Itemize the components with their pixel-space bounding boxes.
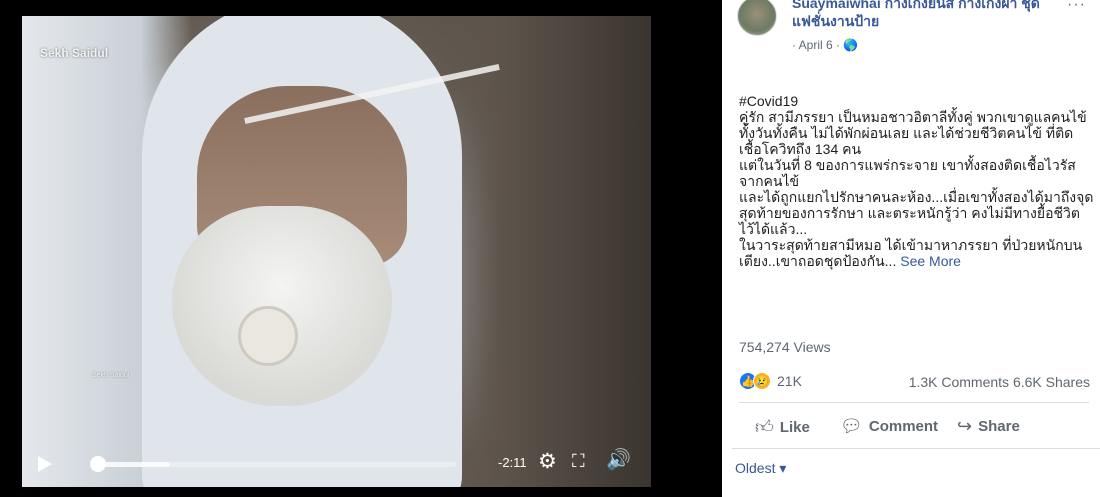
comment-label: Comment [868,418,939,435]
divider [732,448,1100,449]
divider [739,402,1089,403]
progress-bar[interactable] [98,462,456,467]
more-options-icon[interactable]: ··· [1067,0,1086,14]
author-name[interactable]: Suaymaiwhai กางเกงยีนส์ กางเกงผ้า ชุดแฟช… [792,0,1062,30]
video-watermark: Sekh Saidul [40,46,109,60]
mask-valve [238,306,298,366]
thumbs-up-outline-icon: 👍︎ [755,417,774,437]
video-controls: -2:11 ⚙ ⛶ 🔊 [22,444,651,484]
post-line-last: ในวาระสุดท้ายสามีหมอ ได้เข้ามาหาภรรยา ที… [739,237,1094,269]
post-line-hashtag[interactable]: #Covid19 [739,93,1094,109]
see-more-link[interactable]: See More [900,253,961,269]
volume-icon[interactable]: 🔊 [606,450,631,470]
sad-face-icon: 😢 [753,372,771,390]
gear-icon[interactable]: ⚙ [538,451,557,472]
view-count: 754,274 Views [739,339,831,355]
progress-buffer [98,462,170,467]
like-button[interactable]: 👍︎ Like [755,416,810,438]
video-frame[interactable]: Sekh Saidul Sekh Saidul [22,16,651,487]
avatar[interactable] [737,0,777,36]
face-mask [172,206,392,406]
post-line: และได้ถูกแยกไปรักษาคนละห้อง...เมื่อเขาทั… [739,189,1094,237]
comment-sort-select[interactable]: Oldest ▾ [735,460,786,477]
time-remaining: -2:11 [498,455,527,470]
post-body: #Covid19 คู่รัก สามีภรรยา เป็นหมอชาวอิตา… [739,93,1094,269]
video-watermark-small: Sekh Saidul [92,372,130,379]
play-icon[interactable] [38,456,52,472]
share-label: Share [978,418,1020,435]
comment-share-counts[interactable]: 1.3K Comments 6.6K Shares [909,374,1090,390]
progress-handle[interactable] [90,456,106,472]
comment-icon: 💬︎ [840,416,863,436]
reactions-summary[interactable]: 👍 😢 21K [739,372,802,390]
post-line: แต่ในวันที่ 8 ของการแพร่กระจาย เขาทั้งสอ… [739,157,1076,189]
reaction-count: 21K [777,373,802,389]
video-player[interactable]: Sekh Saidul Sekh Saidul -2:11 ⚙ ⛶ 🔊 [0,0,722,497]
share-button[interactable]: ↪ Share [957,416,1020,437]
comment-button[interactable]: 💬︎ Comment [840,416,938,437]
fullscreen-icon[interactable]: ⛶ [572,452,585,470]
post-line: คู่รัก สามีภรรยา เป็นหมอชาวอิตาลีทั้งคู่… [739,109,1087,157]
post-panel: Suaymaiwhai กางเกงยีนส์ กางเกงผ้า ชุดแฟช… [722,0,1100,497]
like-label: Like [779,418,810,436]
post-timestamp[interactable]: · April 6 · 🌎 [792,38,858,52]
share-icon: ↪ [957,416,973,436]
